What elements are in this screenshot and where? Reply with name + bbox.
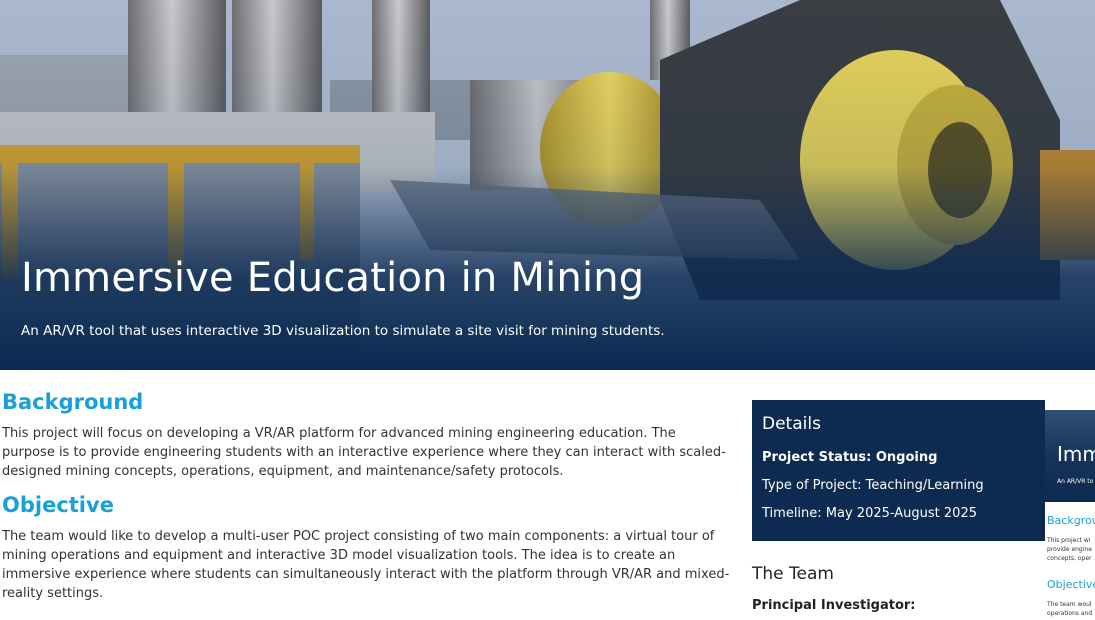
thumbnail-text-line: operations and bbox=[1047, 610, 1093, 617]
page-preview-thumbnail[interactable]: Imm An AR/VR to Backgrou This project wi… bbox=[1045, 410, 1095, 620]
objective-text: The team would like to develop a multi-u… bbox=[2, 529, 730, 601]
project-status: Project Status: Ongoing bbox=[762, 450, 938, 465]
thumbnail-title: Imm bbox=[1057, 442, 1095, 466]
hero-banner: Immersive Education in Mining An AR/VR t… bbox=[0, 0, 1095, 370]
main-content: Background This project will focus on de… bbox=[2, 390, 732, 615]
hero-scene-image bbox=[0, 0, 1095, 370]
thumbnail-text-line: provide engine bbox=[1047, 546, 1092, 553]
objective-heading: Objective bbox=[2, 493, 114, 517]
details-card: Details Project Status: Ongoing Type of … bbox=[752, 400, 1045, 541]
project-type: Type of Project: Teaching/Learning bbox=[762, 478, 984, 493]
thumbnail-subtitle: An AR/VR to bbox=[1057, 478, 1094, 485]
principal-investigator-label: Principal Investigator: bbox=[752, 598, 916, 613]
page-title: Immersive Education in Mining bbox=[21, 255, 645, 301]
page-subtitle: An AR/VR tool that uses interactive 3D v… bbox=[21, 323, 665, 339]
thumbnail-objective-heading: Objective bbox=[1047, 578, 1095, 591]
background-text: This project will focus on developing a … bbox=[2, 426, 726, 479]
thumbnail-text-line: This project wi bbox=[1047, 537, 1091, 544]
project-timeline: Timeline: May 2025-August 2025 bbox=[762, 506, 977, 521]
details-heading: Details bbox=[762, 414, 821, 434]
thumbnail-text-line: The team woul bbox=[1047, 601, 1092, 608]
background-heading: Background bbox=[2, 390, 144, 414]
team-heading: The Team bbox=[752, 564, 834, 584]
thumbnail-text-line: concepts, oper bbox=[1047, 555, 1092, 562]
thumbnail-background-heading: Backgrou bbox=[1047, 514, 1095, 527]
